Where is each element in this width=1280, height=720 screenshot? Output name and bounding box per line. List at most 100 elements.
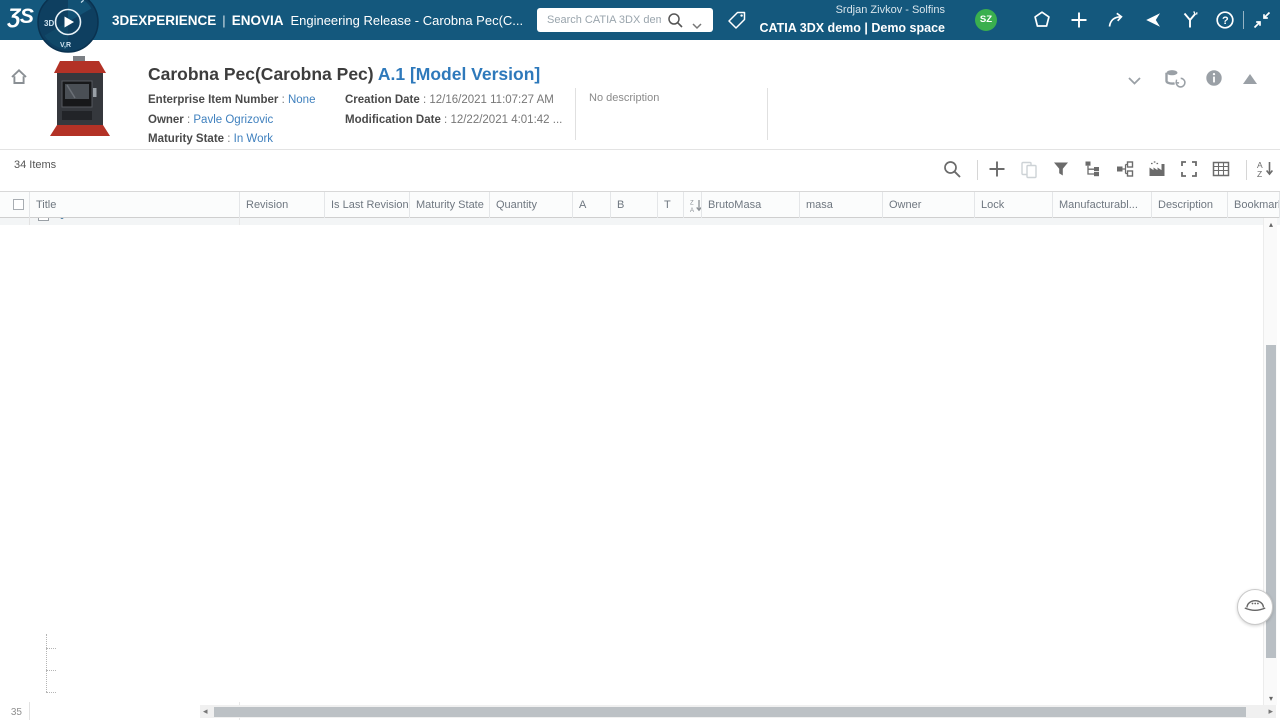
- column-header-t[interactable]: T: [658, 192, 684, 218]
- column-header-desc[interactable]: Description: [1152, 192, 1228, 218]
- tree-connector: [46, 692, 56, 693]
- app-context[interactable]: Engineering Release - Carobna Pec(C...: [290, 13, 523, 28]
- paste-button[interactable]: [1019, 159, 1041, 181]
- dassault-systemes-logo[interactable]: ƷS: [8, 5, 33, 29]
- column-header-b[interactable]: B: [611, 192, 658, 218]
- search-button[interactable]: [942, 159, 964, 181]
- avatar[interactable]: SZ: [975, 9, 997, 31]
- data-sync-icon[interactable]: [1164, 68, 1186, 93]
- tree-connector: [46, 648, 56, 649]
- part-icon: [55, 218, 69, 225]
- svg-text:Z: Z: [690, 201, 694, 207]
- collaboration-icon[interactable]: [1032, 10, 1052, 30]
- expand-toggle[interactable]: +: [38, 218, 49, 221]
- info-icon[interactable]: [1205, 69, 1223, 92]
- tree-connector: [46, 670, 56, 671]
- scroll-right-arrow[interactable]: ▸: [1268, 705, 1273, 718]
- share-icon[interactable]: [1106, 10, 1126, 30]
- attribute-value-link[interactable]: None: [288, 94, 316, 106]
- table-row-partial: +: [0, 218, 1280, 225]
- column-header-islast[interactable]: Is Last Revision: [325, 192, 410, 218]
- user-space: CATIA 3DX demo | Demo space: [700, 19, 945, 37]
- scroll-up-arrow[interactable]: ▴: [1264, 220, 1278, 229]
- toolbar-divider: [977, 160, 978, 180]
- chevron-down-icon[interactable]: [1128, 72, 1141, 90]
- attribute-value-link[interactable]: In Work: [234, 133, 273, 145]
- add-button[interactable]: [987, 159, 1009, 181]
- table-header: TitleRevisionIs Last RevisionMaturity St…: [0, 191, 1280, 218]
- attribute-row: Maturity State : In Work: [148, 130, 315, 150]
- column-sort-icon[interactable]: ZA: [690, 197, 702, 218]
- column-header-revision[interactable]: Revision: [240, 192, 325, 218]
- title-revision[interactable]: A.1 [Model Version]: [378, 64, 540, 84]
- home-icon[interactable]: [10, 68, 28, 90]
- panel-collapse-icon[interactable]: [1242, 72, 1258, 90]
- attribute-row: Owner : Pavle Ogrizovic: [148, 111, 315, 131]
- object-header-panel: Carobna Pec(Carobna Pec) A.1 [Model Vers…: [0, 40, 1280, 150]
- description-text: No description: [589, 92, 659, 104]
- user-block[interactable]: Srdjan Zivkov - Solfins CATIA 3DX demo |…: [700, 3, 945, 37]
- compass-button[interactable]: 3D V,R: [37, 0, 99, 53]
- table-body: +35: [0, 218, 1280, 720]
- topbar-divider: [1243, 11, 1244, 29]
- list-toolbar: 34 Items AZ: [0, 150, 1280, 191]
- scroll-left-arrow[interactable]: ◂: [203, 705, 208, 718]
- brand-3dexperience: 3DEXPERIENCE: [112, 13, 216, 28]
- attributes-column-2: Creation Date : 12/16/2021 11:07:27 AM M…: [345, 91, 562, 130]
- global-search-box[interactable]: [537, 8, 713, 32]
- top-bar: ƷS 3DEXPERIENCE | ENOVIA Engineering Releas…: [0, 0, 1280, 40]
- svg-text:?: ?: [1222, 15, 1229, 27]
- select-all-checkbox[interactable]: [13, 199, 24, 210]
- filter-button[interactable]: [1051, 159, 1073, 181]
- scroll-down-arrow[interactable]: ▾: [1264, 694, 1278, 703]
- column-header-masa[interactable]: masa: [800, 192, 883, 218]
- horizontal-scrollbar[interactable]: ◂ ▸: [200, 705, 1276, 718]
- page-title: Carobna Pec(Carobna Pec) A.1 [Model Vers…: [148, 64, 540, 85]
- svg-text:A: A: [690, 208, 694, 213]
- column-header-sort[interactable]: ZA: [684, 192, 702, 218]
- attribute-row: Enterprise Item Number : None: [148, 91, 315, 111]
- assistant-button[interactable]: [1237, 589, 1273, 625]
- search-icon[interactable]: [667, 12, 683, 33]
- app-name[interactable]: ENOVIA: [232, 13, 284, 28]
- collapse-icon[interactable]: [1252, 10, 1272, 30]
- search-input[interactable]: [545, 10, 663, 29]
- items-count: 34 Items: [14, 159, 56, 171]
- svg-text:V,R: V,R: [60, 42, 71, 49]
- sort-az-button[interactable]: AZ: [1256, 159, 1278, 181]
- send-icon[interactable]: [1143, 10, 1163, 30]
- toolbar-divider: [1246, 160, 1247, 180]
- column-header-owner[interactable]: Owner: [883, 192, 975, 218]
- horizontal-scroll-thumb[interactable]: [214, 707, 1246, 717]
- column-header-manuf[interactable]: Manufacturabl...: [1053, 192, 1152, 218]
- fullscreen-button[interactable]: [1179, 159, 1201, 181]
- svg-text:3D: 3D: [44, 19, 54, 28]
- tree-button[interactable]: [1083, 159, 1105, 181]
- attributes-column-1: Enterprise Item Number : None Owner : Pa…: [148, 91, 315, 150]
- column-header-title[interactable]: Title: [30, 192, 240, 218]
- column-header-a[interactable]: A: [573, 192, 611, 218]
- attribute-row: Creation Date : 12/16/2021 11:07:27 AM: [345, 91, 562, 111]
- attribute-value-link[interactable]: Pavle Ogrizovic: [193, 114, 273, 126]
- factory-button[interactable]: [1147, 159, 1169, 181]
- column-header-maturity[interactable]: Maturity State: [410, 192, 490, 218]
- help-icon[interactable]: ?: [1215, 10, 1235, 30]
- tree-connector: [46, 634, 47, 691]
- add-icon[interactable]: [1069, 10, 1089, 30]
- column-header-bookmark[interactable]: Bookmark: [1228, 192, 1280, 218]
- row-number: 35: [0, 702, 30, 720]
- svg-text:Z: Z: [1257, 169, 1262, 179]
- column-header-quantity[interactable]: Quantity: [490, 192, 573, 218]
- apps-icon[interactable]: [1180, 10, 1200, 30]
- grid-button[interactable]: [1211, 159, 1233, 181]
- brand-divider: |: [222, 13, 225, 28]
- product-thumbnail[interactable]: [44, 54, 116, 142]
- attribute-row: Modification Date : 12/22/2021 4:01:42 .…: [345, 111, 562, 131]
- vertical-scrollbar[interactable]: ▴ ▾: [1263, 218, 1277, 705]
- description-box: No description: [575, 88, 768, 140]
- structure-button[interactable]: [1115, 159, 1137, 181]
- column-header-lock[interactable]: Lock: [975, 192, 1053, 218]
- user-name: Srdjan Zivkov - Solfins: [700, 3, 945, 19]
- column-header-select[interactable]: [0, 192, 30, 218]
- column-header-bruto[interactable]: BrutoMasa: [702, 192, 800, 218]
